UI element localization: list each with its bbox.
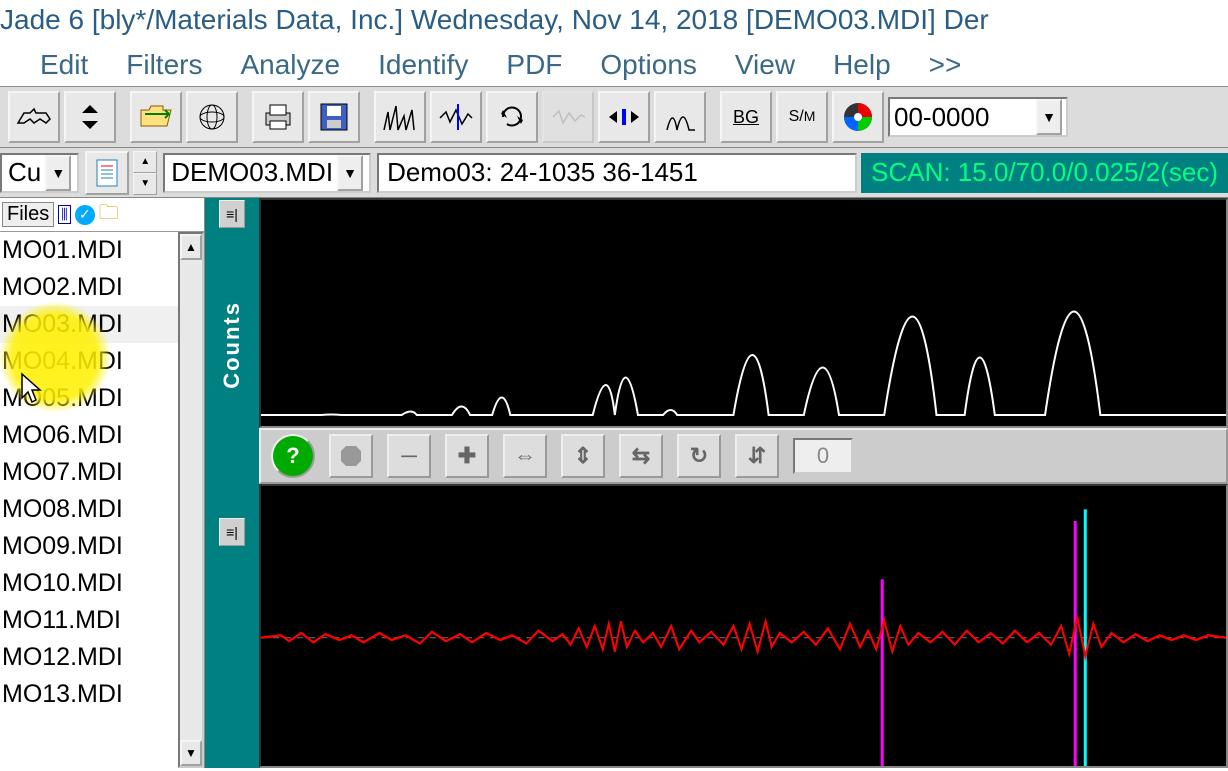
file-item[interactable]: MO06.MDI xyxy=(0,417,178,454)
folder-icon[interactable]: 🗀 xyxy=(99,198,119,232)
file-item[interactable]: MO09.MDI xyxy=(0,528,178,565)
background-button[interactable]: BG xyxy=(720,91,772,143)
spinner-control[interactable]: ▲▼ xyxy=(133,151,157,195)
anode-value: Cu xyxy=(8,157,41,188)
stop-button[interactable] xyxy=(329,434,373,478)
pdf-code-value: 00-0000 xyxy=(894,102,989,133)
main-toolbar: BG S/M 00-0000 ▼ xyxy=(0,86,1228,148)
mid-toolbar: ? ─ ✚ ⇔ ⇕ ⇆ ↻ ⇵ 0 xyxy=(259,428,1228,484)
menu-more[interactable]: >> xyxy=(929,49,962,81)
menu-identify[interactable]: Identify xyxy=(378,49,468,81)
chevron-down-icon[interactable]: ▼ xyxy=(1036,99,1062,135)
file-item[interactable]: MO11.MDI xyxy=(0,602,178,639)
noise-marker-button[interactable] xyxy=(430,91,482,143)
menu-options[interactable]: Options xyxy=(600,49,697,81)
file-item[interactable]: MO01.MDI xyxy=(0,232,178,269)
diffraction-curve xyxy=(261,200,1226,426)
stretch-button[interactable] xyxy=(598,91,650,143)
lower-plot-tab[interactable]: ≡| xyxy=(219,518,245,546)
chart-small-icon[interactable]: ⫼ xyxy=(58,205,70,224)
file-item[interactable]: MO07.MDI xyxy=(0,454,178,491)
file-item[interactable]: MO10.MDI xyxy=(0,565,178,602)
file-list-inner: MO01.MDIMO02.MDIMO03.MDIMO04.MDIMO05.MDI… xyxy=(0,232,178,768)
main-content: Files ⫼ ✓ 🗀 MO01.MDIMO02.MDIMO03.MDIMO04… xyxy=(0,198,1228,768)
peaks-icon-button[interactable] xyxy=(374,91,426,143)
minus-button[interactable]: ─ xyxy=(387,434,431,478)
menu-pdf[interactable]: PDF xyxy=(506,49,562,81)
chevron-down-icon[interactable]: ▼ xyxy=(45,155,71,191)
file-item[interactable]: MO03.MDI xyxy=(0,306,178,343)
disc-icon-button[interactable] xyxy=(832,91,884,143)
file-combo-value: DEMO03.MDI xyxy=(171,157,333,188)
counter-display: 0 xyxy=(793,438,853,474)
menu-analyze[interactable]: Analyze xyxy=(240,49,340,81)
lower-plot[interactable] xyxy=(259,484,1228,768)
vert-arrows-button[interactable]: ⇕ xyxy=(561,434,605,478)
chevron-up-icon[interactable]: ▲ xyxy=(133,151,157,173)
menu-view[interactable]: View xyxy=(735,49,795,81)
upper-plot-tab[interactable]: ≡| xyxy=(219,200,245,228)
menu-filters[interactable]: Filters xyxy=(126,49,202,81)
sidebar: Files ⫼ ✓ 🗀 MO01.MDIMO02.MDIMO03.MDIMO04… xyxy=(0,198,205,768)
chevron-down-icon[interactable]: ▼ xyxy=(180,740,202,766)
horiz-arrows-button[interactable]: ⇔ xyxy=(503,434,547,478)
file-item[interactable]: MO04.MDI xyxy=(0,343,178,380)
disabled-noise-button xyxy=(542,91,594,143)
file-item[interactable]: MO05.MDI xyxy=(0,380,178,417)
scrollbar[interactable]: ▲ ▼ xyxy=(178,232,204,768)
chevron-down-icon[interactable]: ▼ xyxy=(337,155,363,191)
open-folder-button[interactable] xyxy=(130,91,182,143)
print-button[interactable] xyxy=(252,91,304,143)
sidebar-tabs: Files ⫼ ✓ 🗀 xyxy=(0,198,204,232)
plot-gutter: ≡| Counts ≡| xyxy=(205,198,259,768)
notes-icon-button[interactable] xyxy=(85,151,129,195)
help-button[interactable]: ? xyxy=(271,434,315,478)
dog-icon-button[interactable] xyxy=(8,91,60,143)
secondary-toolbar: Cu ▼ ▲▼ DEMO03.MDI ▼ Demo03: 24-1035 36-… xyxy=(0,148,1228,198)
sm-button[interactable]: S/M xyxy=(776,91,828,143)
collapse-horiz-button[interactable]: ⇆ xyxy=(619,434,663,478)
title-bar: Jade 6 [bly*/Materials Data, Inc.] Wedne… xyxy=(0,0,1228,44)
description-field[interactable]: Demo03: 24-1035 36-1451 xyxy=(377,153,857,193)
save-button[interactable] xyxy=(308,91,360,143)
plot-area: ≡| Counts ≡| ? ─ ✚ ⇔ ⇕ ⇆ ↻ ⇵ xyxy=(205,198,1228,768)
chevron-down-icon[interactable]: ▼ xyxy=(133,173,157,195)
scan-params: SCAN: 15.0/70.0/0.025/2(sec) xyxy=(861,153,1228,193)
globe-icon-button[interactable] xyxy=(186,91,238,143)
file-item[interactable]: MO13.MDI xyxy=(0,676,178,713)
file-combo[interactable]: DEMO03.MDI ▼ xyxy=(163,153,371,193)
scroll-track[interactable] xyxy=(180,260,202,740)
menu-edit[interactable]: Edit xyxy=(40,49,88,81)
plus-button[interactable]: ✚ xyxy=(445,434,489,478)
file-item[interactable]: MO02.MDI xyxy=(0,269,178,306)
cycle-button[interactable]: ↻ xyxy=(677,434,721,478)
check-icon[interactable]: ✓ xyxy=(75,205,95,225)
pdf-code-combo[interactable]: 00-0000 ▼ xyxy=(888,97,1068,137)
file-list: MO01.MDIMO02.MDIMO03.MDIMO04.MDIMO05.MDI… xyxy=(0,232,204,768)
y-axis-label: Counts xyxy=(219,301,245,389)
file-item[interactable]: MO12.MDI xyxy=(0,639,178,676)
fit-peaks-button[interactable] xyxy=(654,91,706,143)
anode-combo[interactable]: Cu ▼ xyxy=(0,153,79,193)
tab-files[interactable]: Files xyxy=(2,202,54,227)
difference-curve xyxy=(261,486,1226,766)
chevron-up-icon[interactable]: ▲ xyxy=(180,234,202,260)
menu-help[interactable]: Help xyxy=(833,49,891,81)
file-item[interactable]: MO08.MDI xyxy=(0,491,178,528)
upper-plot[interactable] xyxy=(259,198,1228,428)
menu-bar: Edit Filters Analyze Identify PDF Option… xyxy=(0,44,1228,86)
refresh-button[interactable] xyxy=(486,91,538,143)
collapse-vert-button[interactable]: ⇵ xyxy=(735,434,779,478)
sort-icon-button[interactable] xyxy=(64,91,116,143)
